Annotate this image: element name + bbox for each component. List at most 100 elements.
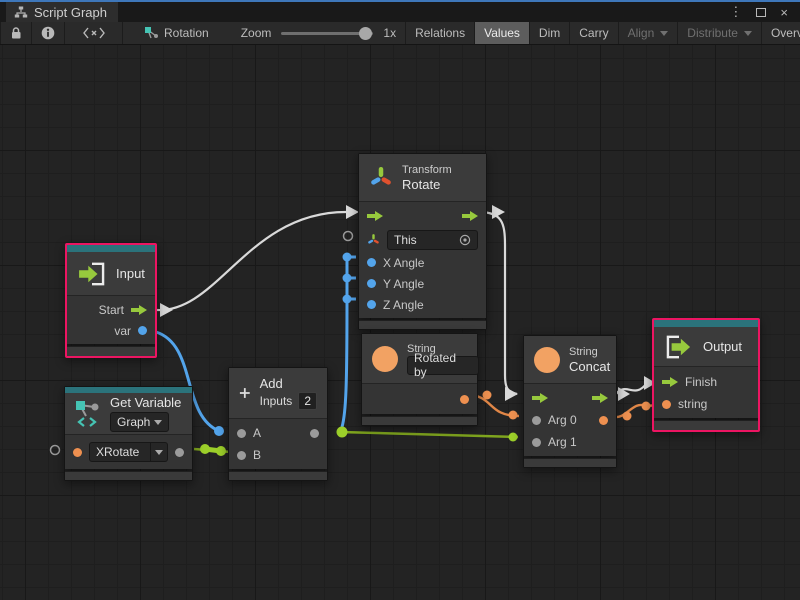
value-droplet bbox=[343, 274, 352, 283]
unconnected-port-ring[interactable] bbox=[344, 232, 353, 241]
carry-button[interactable]: Carry bbox=[569, 22, 617, 44]
breadcrumb-label: Rotation bbox=[164, 26, 209, 40]
value-port-icon bbox=[237, 429, 246, 438]
port-arg1[interactable]: Arg 1 bbox=[524, 431, 616, 453]
port-label: Start bbox=[99, 303, 124, 317]
port-string-output[interactable] bbox=[362, 387, 477, 411]
value-port-icon bbox=[367, 279, 376, 288]
port-finish[interactable]: Finish bbox=[654, 371, 758, 393]
node-add[interactable]: Add Inputs 2 A B bbox=[228, 367, 328, 481]
value-port-icon bbox=[367, 258, 376, 267]
window-controls: ⋮ × bbox=[729, 2, 800, 22]
toolbar-right-group: Relations Values Dim Carry Align Distrib… bbox=[405, 22, 800, 44]
node-footer bbox=[359, 320, 486, 329]
node-title: Output bbox=[703, 339, 742, 354]
node-string-literal[interactable]: String Rotated by bbox=[361, 333, 478, 426]
unconnected-port-ring[interactable] bbox=[51, 446, 60, 455]
carry-label: Carry bbox=[579, 26, 608, 40]
string-value-field[interactable]: Rotated by bbox=[407, 356, 479, 375]
flow-in-icon[interactable] bbox=[532, 393, 548, 403]
value-port-icon bbox=[532, 416, 541, 425]
flow-out-icon[interactable] bbox=[462, 211, 478, 221]
zoom-slider-knob[interactable] bbox=[359, 27, 372, 40]
port-z-angle[interactable]: Z Angle bbox=[359, 294, 486, 315]
port-label: Finish bbox=[685, 375, 717, 389]
tab-title: Script Graph bbox=[34, 5, 107, 20]
close-icon[interactable]: × bbox=[780, 5, 788, 20]
edit-graph-button[interactable] bbox=[65, 22, 123, 44]
overview-button[interactable]: Overview bbox=[761, 22, 800, 44]
graph-canvas[interactable]: Input Start var bbox=[0, 45, 800, 600]
port-variable-name: XRotate bbox=[65, 438, 192, 466]
node-output[interactable]: Output Finish string bbox=[652, 318, 760, 432]
breadcrumb-rotation[interactable]: Rotation bbox=[135, 22, 218, 44]
value-port-icon[interactable] bbox=[73, 448, 82, 457]
port-start[interactable]: Start bbox=[67, 299, 155, 320]
object-picker-icon[interactable] bbox=[459, 234, 471, 246]
flow-arrowhead bbox=[160, 303, 173, 317]
port-x-angle[interactable]: X Angle bbox=[359, 252, 486, 273]
relations-button[interactable]: Relations bbox=[405, 22, 474, 44]
zoom-value: 1x bbox=[383, 26, 396, 40]
node-footer bbox=[229, 471, 327, 480]
output-port-icon[interactable] bbox=[175, 448, 184, 457]
values-button[interactable]: Values bbox=[474, 22, 529, 44]
wire-add-to-concat-arg1[interactable] bbox=[340, 432, 518, 437]
port-y-angle[interactable]: Y Angle bbox=[359, 273, 486, 294]
tab-script-graph[interactable]: Script Graph bbox=[6, 2, 118, 22]
value-droplet bbox=[343, 295, 352, 304]
inputs-count-field[interactable]: 2 bbox=[298, 392, 317, 410]
rotate-tool-icon bbox=[369, 165, 393, 191]
node-get-variable[interactable]: Get Variable Graph XRotate bbox=[64, 386, 193, 481]
output-port-icon bbox=[460, 395, 469, 404]
flow-port-icon bbox=[662, 377, 678, 387]
port-a[interactable]: A bbox=[229, 422, 327, 444]
flow-in-icon[interactable] bbox=[367, 211, 383, 221]
node-category: String bbox=[569, 346, 610, 358]
variable-kind-dropdown[interactable]: Graph bbox=[110, 412, 169, 432]
this-object-field[interactable]: This bbox=[387, 230, 478, 250]
graph-icon bbox=[14, 6, 28, 18]
string-type-icon bbox=[372, 346, 398, 372]
graph-toolbar: Rotation Zoom 1x Relations Values Dim Ca… bbox=[0, 22, 800, 45]
zoom-slider[interactable] bbox=[281, 32, 373, 35]
string-type-icon bbox=[534, 347, 560, 373]
inspect-button[interactable] bbox=[32, 22, 65, 44]
values-label: Values bbox=[484, 26, 520, 40]
this-value: This bbox=[394, 233, 417, 247]
port-string[interactable]: string bbox=[654, 393, 758, 415]
align-button[interactable]: Align bbox=[618, 22, 678, 44]
flow-ports-row[interactable] bbox=[524, 387, 616, 409]
value-droplet bbox=[337, 427, 348, 438]
node-string-concat[interactable]: String Concat Arg 0 Arg 1 bbox=[523, 335, 617, 468]
lock-button[interactable] bbox=[0, 22, 32, 44]
add-icon bbox=[239, 380, 251, 406]
distribute-button[interactable]: Distribute bbox=[677, 22, 761, 44]
port-var[interactable]: var bbox=[67, 320, 155, 341]
port-this[interactable]: This bbox=[359, 227, 486, 252]
port-b[interactable]: B bbox=[229, 444, 327, 466]
overview-label: Overview bbox=[771, 26, 800, 40]
flow-out-icon[interactable] bbox=[592, 393, 608, 403]
wire-start-to-rotate[interactable] bbox=[157, 212, 346, 310]
dim-button[interactable]: Dim bbox=[529, 22, 569, 44]
variable-name-field[interactable]: XRotate bbox=[89, 442, 151, 462]
dim-label: Dim bbox=[539, 26, 560, 40]
node-teal-strip bbox=[654, 320, 758, 327]
align-label: Align bbox=[628, 26, 655, 40]
distribute-label: Distribute bbox=[687, 26, 738, 40]
dropdown-caret-icon bbox=[155, 450, 163, 455]
value-droplet bbox=[509, 433, 518, 442]
node-input[interactable]: Input Start var bbox=[65, 243, 157, 358]
rotation-node-icon bbox=[144, 26, 158, 40]
flow-ports-row[interactable] bbox=[359, 205, 486, 227]
relations-label: Relations bbox=[415, 26, 465, 40]
output-port-icon[interactable] bbox=[599, 416, 608, 425]
variable-name-value: XRotate bbox=[96, 445, 139, 459]
output-port-icon[interactable] bbox=[310, 429, 319, 438]
window-menu-icon[interactable]: ⋮ bbox=[729, 4, 742, 20]
node-transform-rotate[interactable]: Transform Rotate This bbox=[358, 153, 487, 330]
maximize-icon[interactable] bbox=[756, 8, 766, 17]
port-arg0[interactable]: Arg 0 bbox=[524, 409, 616, 431]
variable-dropdown-button[interactable] bbox=[151, 442, 168, 462]
